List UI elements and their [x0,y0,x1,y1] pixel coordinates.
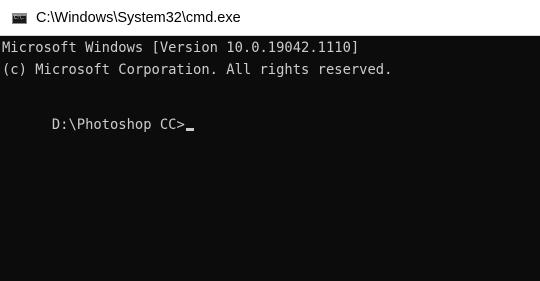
console-prompt-line[interactable]: D:\Photoshop CC> [2,101,194,133]
cmd-console-icon[interactable]: C:\. [12,13,27,24]
text-cursor [185,128,194,131]
console-line-version: Microsoft Windows [Version 10.0.19042.11… [2,40,360,56]
console-line-copyright: (c) Microsoft Corporation. All rights re… [2,62,393,78]
console-output[interactable]: Microsoft Windows [Version 10.0.19042.11… [0,36,540,281]
cmd-icon-glyph: C:\. [14,15,25,21]
cmd-window: C:\. C:\Windows\System32\cmd.exe Microso… [0,0,540,281]
title-bar[interactable]: C:\. C:\Windows\System32\cmd.exe [0,0,540,36]
command-prompt: D:\Photoshop CC> [51,117,185,133]
window-title: C:\Windows\System32\cmd.exe [36,10,241,26]
